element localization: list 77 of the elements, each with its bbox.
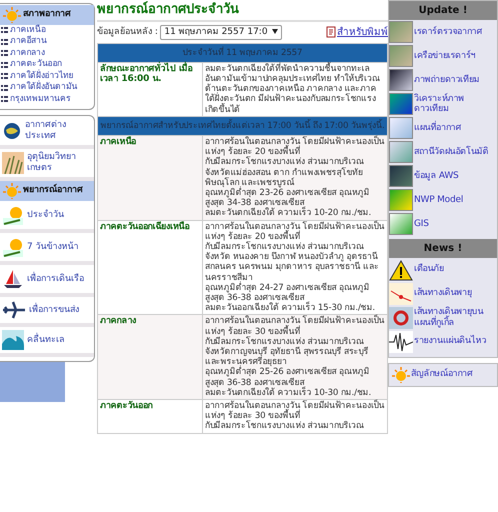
dropdown-caret-icon	[272, 28, 278, 34]
region-link[interactable]: ภาคเหนือ	[0, 24, 94, 36]
document-icon	[326, 26, 337, 38]
menu-link[interactable]: ประจำวัน	[0, 201, 94, 233]
seismograph-icon	[389, 330, 413, 352]
menu-link[interactable]: อากาศต่างประเทศ	[0, 117, 94, 149]
thumbnail-picture	[389, 69, 413, 91]
thumbnail-picture	[389, 141, 413, 163]
page-title: พยากรณ์อากาศประจำวัน	[97, 0, 388, 22]
sun-icon	[3, 6, 21, 22]
menu-link[interactable]: วิเคราะห์ภาพดาวเทียม	[389, 92, 497, 116]
sun-week-icon	[2, 236, 24, 258]
print-link[interactable]: สำหรับพิมพ์	[326, 24, 388, 40]
field-grass-icon	[2, 152, 24, 174]
history-select[interactable]: 11 พฤษภาคม 2557 17:0	[160, 24, 282, 40]
header-text: สภาพอากาศ	[23, 8, 71, 21]
menu-link[interactable]: เพื่อการเดินเรือ	[0, 265, 94, 297]
thumbnail-picture	[389, 117, 413, 139]
list-bullet-icon	[1, 62, 8, 68]
cyclone-icon	[389, 306, 413, 328]
menu-link[interactable]: สถานีวัดฝนอัตโนมัติ	[389, 140, 497, 164]
forecast-text: อากาศร้อนในตอนกลางวัน โดยมีฝนฟ้าคะนองเป็นแห่งๆ ร้อยละ 20 ของพื้นที่ กับมีลมกระโชกแรงบางแห่ง ส่วนมากบริเวณจังหวัดแม่ฮ่องสอน ตาก กำแพงเพชรสุโขทัย พิษณุโลก และเพชรบูรณ์ อุณหภูมิต่ำสุด 23-26 องศาเซลเซียส อุณหภูมิสูงสุด 34-38 องศาเซลเซียส ลมตะวันตกเฉียงใต้ ความเร็ว 10-20 กม./ชม.	[202, 135, 388, 220]
region-link[interactable]: ภาคตะวันออก	[0, 59, 94, 70]
history-label: ข้อมูลย้อนหลัง :	[97, 26, 158, 38]
menu-link[interactable]: ข้อมูล AWS	[389, 164, 497, 188]
region-link[interactable]: ภาคอีสาน	[0, 36, 94, 48]
sun-today-icon	[2, 204, 24, 226]
region-name: ภาคกลาง	[98, 314, 202, 400]
storm-track-icon	[389, 282, 413, 304]
table-header: ประจำวันที่ 11 พฤษภาคม 2557	[98, 43, 388, 62]
thumbnail-picture	[389, 213, 413, 235]
forecast-text: อากาศร้อนในตอนกลางวัน โดยมีฝนฟ้าคะนองเป็นแห่งๆ ร้อยละ 30 ของพื้นที่ กับมีลมกระโชกแรงบางแห่ง ส่วนมากบริเวณจังหวัดกาญจนบุรี อุทัยธานี สุพรรณบุรี สระบุรี และพระนครศรีอยุธยา อุณหภูมิต่ำสุด 25-26 องศาเซลเซียส อุณหภูมิสูงสุด 36-38 องศาเซลเซียส ลมตะวันตกเฉียงใต้ ความเร็ว 10-30 กม./ชม.	[202, 314, 388, 400]
list-bullet-icon	[1, 84, 8, 91]
region-link[interactable]: ภาคใต้ฝั่งอันดามัน	[0, 82, 94, 94]
list-bullet-icon	[1, 96, 8, 102]
sun-icon	[392, 366, 410, 382]
list-bullet-icon	[1, 73, 8, 80]
wave-icon	[2, 330, 24, 350]
airplane-icon	[2, 300, 26, 320]
thumbnail-picture	[389, 93, 413, 115]
warning-icon	[389, 258, 413, 280]
list-bullet-icon	[1, 38, 8, 45]
sidebar-panel	[0, 362, 65, 402]
region-link[interactable]: ภาคกลาง	[0, 48, 94, 59]
thumbnail-picture	[389, 45, 413, 67]
symbols-link[interactable]: สัญลักษณ์อากาศ	[388, 362, 498, 386]
table-header: พยากรณ์อากาศสำหรับประเทศไทยตั้งแต่เวลา 17:00 วันนี้ ถึง 17:00 วันพรุ่งนี้.	[98, 116, 388, 136]
region-link[interactable]: กรุงเทพมหานคร	[0, 94, 94, 105]
menu-link[interactable]: คลื่นทะเล	[0, 327, 94, 357]
globe-icon	[2, 122, 22, 140]
thumbnail-picture	[389, 165, 413, 187]
menu-link[interactable]: NWP Model	[389, 188, 497, 212]
menu-link[interactable]: GIS	[389, 212, 497, 236]
region-link[interactable]: ภาคใต้ฝั่งอ่าวไทย	[0, 70, 94, 82]
list-bullet-icon	[1, 27, 8, 34]
menu-link[interactable]: เครือข่ายเรดาร์ฯ	[389, 44, 497, 68]
thumbnail-picture	[389, 189, 413, 211]
menu-link[interactable]: เส้นทางเดินพายุ	[389, 282, 497, 306]
menu-link[interactable]: เพื่อการขนส่ง	[0, 297, 94, 327]
forecast-text: อากาศร้อนในตอนกลางวัน โดยมีฝนฟ้าคะนองเป็นแห่งๆ ร้อยละ 30 ของพื้นที่ กับมีลมกระโชกแรงบางแห่ง ส่วนมากบริเวณ	[202, 400, 388, 434]
menu-link[interactable]: เรดาร์ตรวจอากาศ	[389, 20, 497, 44]
region-name: ภาคตะวันออก	[98, 400, 202, 434]
header-text: พยากรณ์อากาศ	[23, 184, 83, 198]
menu-link[interactable]: 7 วันข้างหน้า	[0, 233, 94, 265]
sun-icon	[3, 183, 21, 199]
menu-link[interactable]: เตือนภัย	[389, 258, 497, 282]
panel-header: Update !	[389, 1, 497, 20]
menu-link[interactable]: ภาพถ่ายดาวเทียม	[389, 68, 497, 92]
thumbnail-picture	[389, 21, 413, 43]
menu-link[interactable]: รายงานแผ่นดินไหว	[389, 330, 497, 354]
sailboat-icon	[2, 268, 24, 290]
menu-link[interactable]: แผนที่อากาศ	[389, 116, 497, 140]
panel-header: News !	[389, 238, 497, 258]
region-name: ภาคเหนือ	[98, 135, 202, 220]
row-label: ลักษณะอากาศทั่วไป เมื่อเวลา 16:00 น.	[98, 62, 202, 116]
menu-link[interactable]: เส้นทางเดินพายุบนแผนที่กูเกิ้ล	[389, 306, 497, 330]
list-bullet-icon	[1, 50, 8, 56]
